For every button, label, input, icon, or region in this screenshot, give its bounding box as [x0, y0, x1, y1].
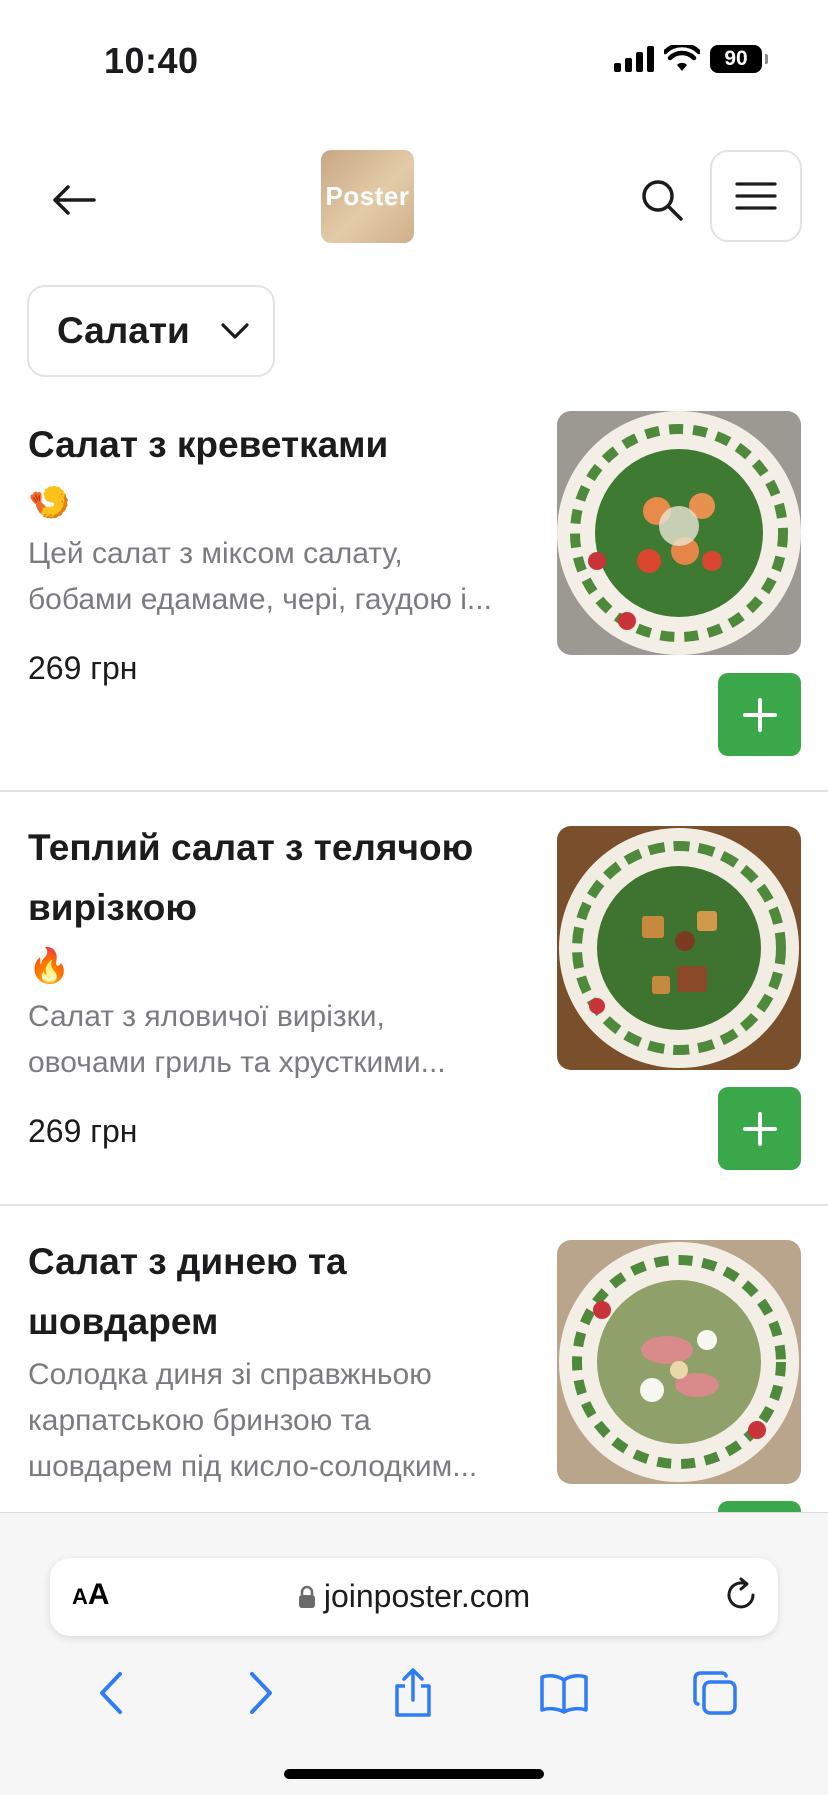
lock-icon	[298, 1585, 315, 1608]
product-image[interactable]	[557, 826, 801, 1070]
url-display[interactable]: joinposter.com	[50, 1578, 778, 1615]
battery-icon: 90	[710, 45, 768, 73]
address-bar[interactable]: AA joinposter.com	[50, 1558, 778, 1636]
bookmarks-button[interactable]	[534, 1663, 594, 1723]
product-description: Салат з яловичої вирізки, овочами гриль …	[28, 1000, 446, 1079]
product-card[interactable]: Салат з креветками 🍤 Цей салат з міксом …	[0, 395, 828, 792]
add-to-cart-button[interactable]	[718, 1501, 801, 1512]
cellular-signal-icon	[614, 46, 654, 72]
chevron-right-icon	[250, 1672, 272, 1714]
browser-toolbar: AA joinposter.com	[0, 1512, 828, 1795]
reload-button[interactable]	[722, 1576, 760, 1619]
browser-forward-button[interactable]	[231, 1663, 291, 1723]
wifi-icon	[664, 45, 700, 71]
product-card[interactable]: Теплий салат з телячою вирізкою 🔥 Салат …	[0, 792, 828, 1206]
plus-icon	[742, 1111, 777, 1146]
reload-icon	[727, 1577, 755, 1609]
product-emoji: 🍤	[28, 484, 71, 522]
status-bar: 10:40 90	[0, 0, 828, 120]
browser-nav-row	[0, 1653, 828, 1733]
chevron-left-icon	[100, 1672, 122, 1714]
tabs-button[interactable]	[685, 1663, 745, 1723]
category-dropdown[interactable]: Салати	[27, 285, 275, 377]
add-to-cart-button[interactable]	[718, 673, 801, 756]
product-name: Теплий салат з телячою вирізкою	[28, 827, 474, 928]
home-indicator[interactable]	[284, 1769, 544, 1779]
product-card[interactable]: Салат з динею та шовдарем Солодка диня з…	[0, 1206, 828, 1512]
product-price: 269 грн	[28, 1113, 138, 1149]
share-button[interactable]	[383, 1663, 443, 1723]
product-info: Теплий салат з телячою вирізкою 🔥 Салат …	[28, 818, 533, 1154]
product-info: Салат з динею та шовдарем Солодка диня з…	[28, 1232, 533, 1490]
status-icons: 90	[614, 45, 768, 73]
plus-icon	[742, 697, 777, 732]
product-name: Салат з динею та шовдарем	[28, 1241, 347, 1342]
book-icon	[540, 1674, 588, 1714]
arrow-left-icon	[53, 185, 96, 215]
product-image[interactable]	[557, 411, 801, 655]
add-to-cart-button[interactable]	[718, 1087, 801, 1170]
hamburger-menu-icon	[735, 182, 777, 210]
chevron-down-icon	[221, 323, 249, 339]
brand-logo[interactable]: Poster	[321, 150, 414, 243]
header: Poster	[0, 140, 828, 260]
share-icon	[395, 1668, 431, 1717]
menu-button[interactable]	[710, 150, 802, 242]
category-label: Салати	[57, 310, 190, 351]
url-text: joinposter.com	[323, 1578, 531, 1614]
product-info: Салат з креветками 🍤 Цей салат з міксом …	[28, 415, 533, 691]
logo-text: Poster	[325, 181, 410, 211]
search-button[interactable]	[632, 170, 692, 230]
product-price: 269 грн	[28, 650, 138, 686]
product-name: Салат з креветками	[28, 424, 389, 465]
search-icon	[642, 180, 683, 221]
browser-back-button[interactable]	[81, 1663, 141, 1723]
product-description: Цей салат з міксом салату, бобами едамам…	[28, 537, 492, 616]
tabs-icon	[693, 1671, 737, 1715]
product-emoji: 🔥	[28, 947, 71, 985]
product-description: Солодка диня зі справжньою карпатською б…	[28, 1358, 478, 1483]
back-button[interactable]	[44, 170, 104, 230]
status-time: 10:40	[104, 40, 199, 81]
product-image[interactable]	[557, 1240, 801, 1484]
